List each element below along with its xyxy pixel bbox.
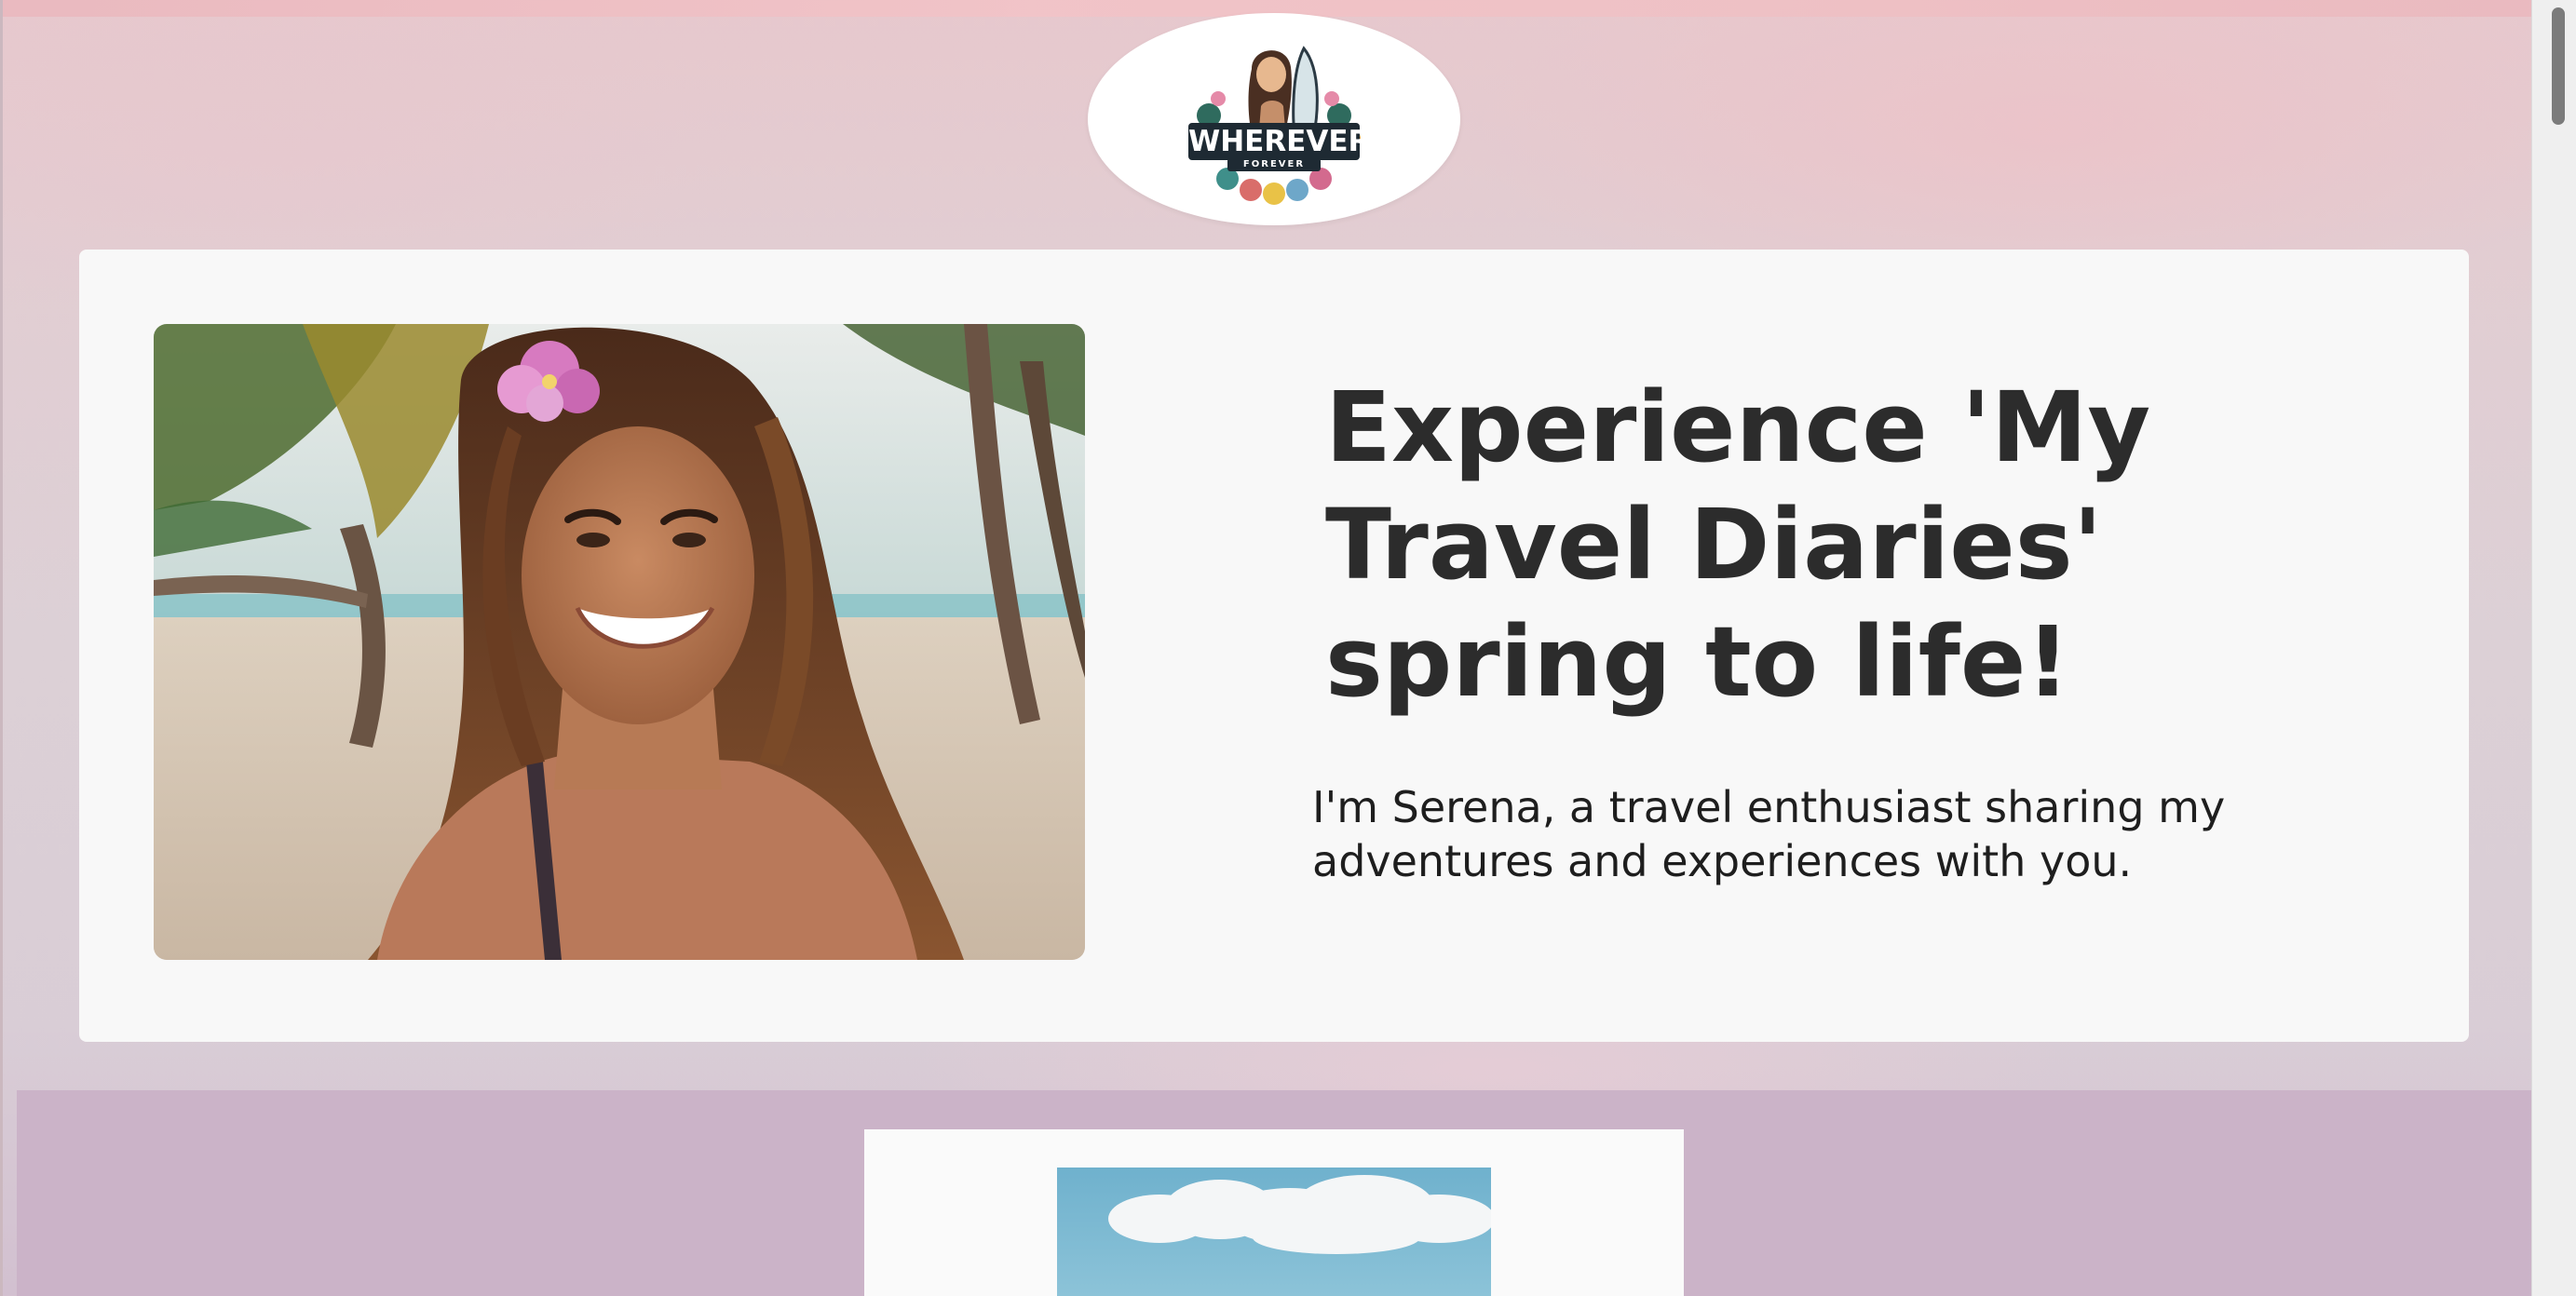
hero-card: Experience 'My Travel Diaries' spring to… <box>79 250 2469 1042</box>
hero-portrait-image <box>154 324 1085 960</box>
logo-tagline-text: FOREVER <box>1242 159 1306 169</box>
hero-subtitle: I'm Serena, a travel enthusiast sharing … <box>1312 782 2226 886</box>
featured-sky-image <box>1057 1168 1491 1296</box>
window-edge <box>0 0 3 1296</box>
logo-emblem-icon <box>1188 46 1361 205</box>
hero-title: Experience 'My Travel Diaries' spring to… <box>1325 371 2151 719</box>
page-scrollbar[interactable] <box>2531 0 2576 1296</box>
logo-brand-text: WHEREVER <box>1188 125 1371 158</box>
site-logo[interactable]: WHEREVER FOREVER <box>1088 13 1460 225</box>
scrollbar-thumb[interactable] <box>2552 7 2565 125</box>
